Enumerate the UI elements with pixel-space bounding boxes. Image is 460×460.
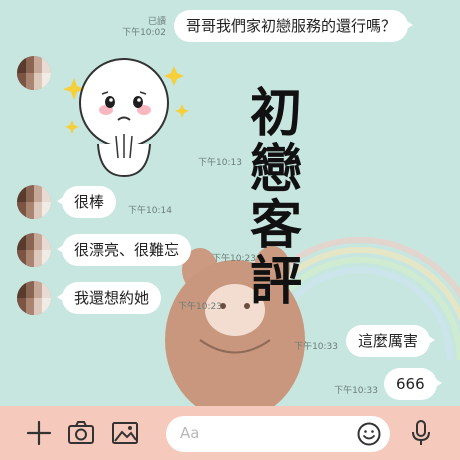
avatar[interactable] [17,185,51,219]
avatar[interactable] [17,233,51,267]
avatar-pixelated-image-lower [17,202,51,219]
message-input[interactable]: Aa [166,416,390,452]
read-status: 已讀 [147,17,166,27]
message-text: 我還想約她 [74,289,150,307]
message-time: 下午10:14 [128,206,172,216]
image-icon[interactable] [110,418,140,448]
avatar-pixelated-image-lower [17,298,51,315]
overlay-char: 評 [249,251,302,312]
praying-round-face-sticker-icon[interactable] [60,58,190,178]
message-bubble-outgoing[interactable]: 這麼厲害 [346,325,436,357]
message-bubble-outgoing[interactable]: 666 [384,368,442,400]
overlay-char: 戀 [249,139,302,200]
message-bubble-incoming[interactable]: 很棒 [56,186,117,218]
overlay-char: 客 [249,195,302,256]
avatar[interactable] [17,56,51,90]
composer-bar: Aa [0,406,460,460]
avatar[interactable] [17,281,51,315]
message-time: 下午10:33 [334,386,378,396]
message-text: 這麼厲害 [358,332,419,350]
message-text: 很漂亮、很難忘 [74,241,180,259]
microphone-icon[interactable] [406,418,436,448]
message-time: 下午10:02 [122,28,166,38]
message-text: 666 [396,375,425,393]
overlay-title: 初 戀 客 評 [246,86,306,310]
overlay-char: 初 [249,83,302,144]
message-time: 下午10:13 [198,158,242,168]
message-bubble-outgoing[interactable]: 哥哥我們家初戀服務的還行嗎？ [174,10,414,42]
plus-icon[interactable] [24,418,54,448]
avatar-pixelated-image-lower [17,250,51,267]
message-input-placeholder: Aa [180,424,200,442]
message-bubble-incoming[interactable]: 很漂亮、很難忘 [56,234,192,266]
message-time: 下午10:33 [294,342,338,352]
message-text: 哥哥我們家初戀服務的還行嗎？ [186,17,397,35]
message-time: 下午10:23 [178,302,222,312]
avatar-pixelated-image-lower [17,73,51,90]
message-text: 很棒 [74,193,105,211]
message-bubble-incoming[interactable]: 我還想約她 [56,282,162,314]
message-meta: 已讀 下午10:02 [118,17,166,39]
camera-icon[interactable] [66,418,96,448]
emoji-icon[interactable] [356,421,382,447]
